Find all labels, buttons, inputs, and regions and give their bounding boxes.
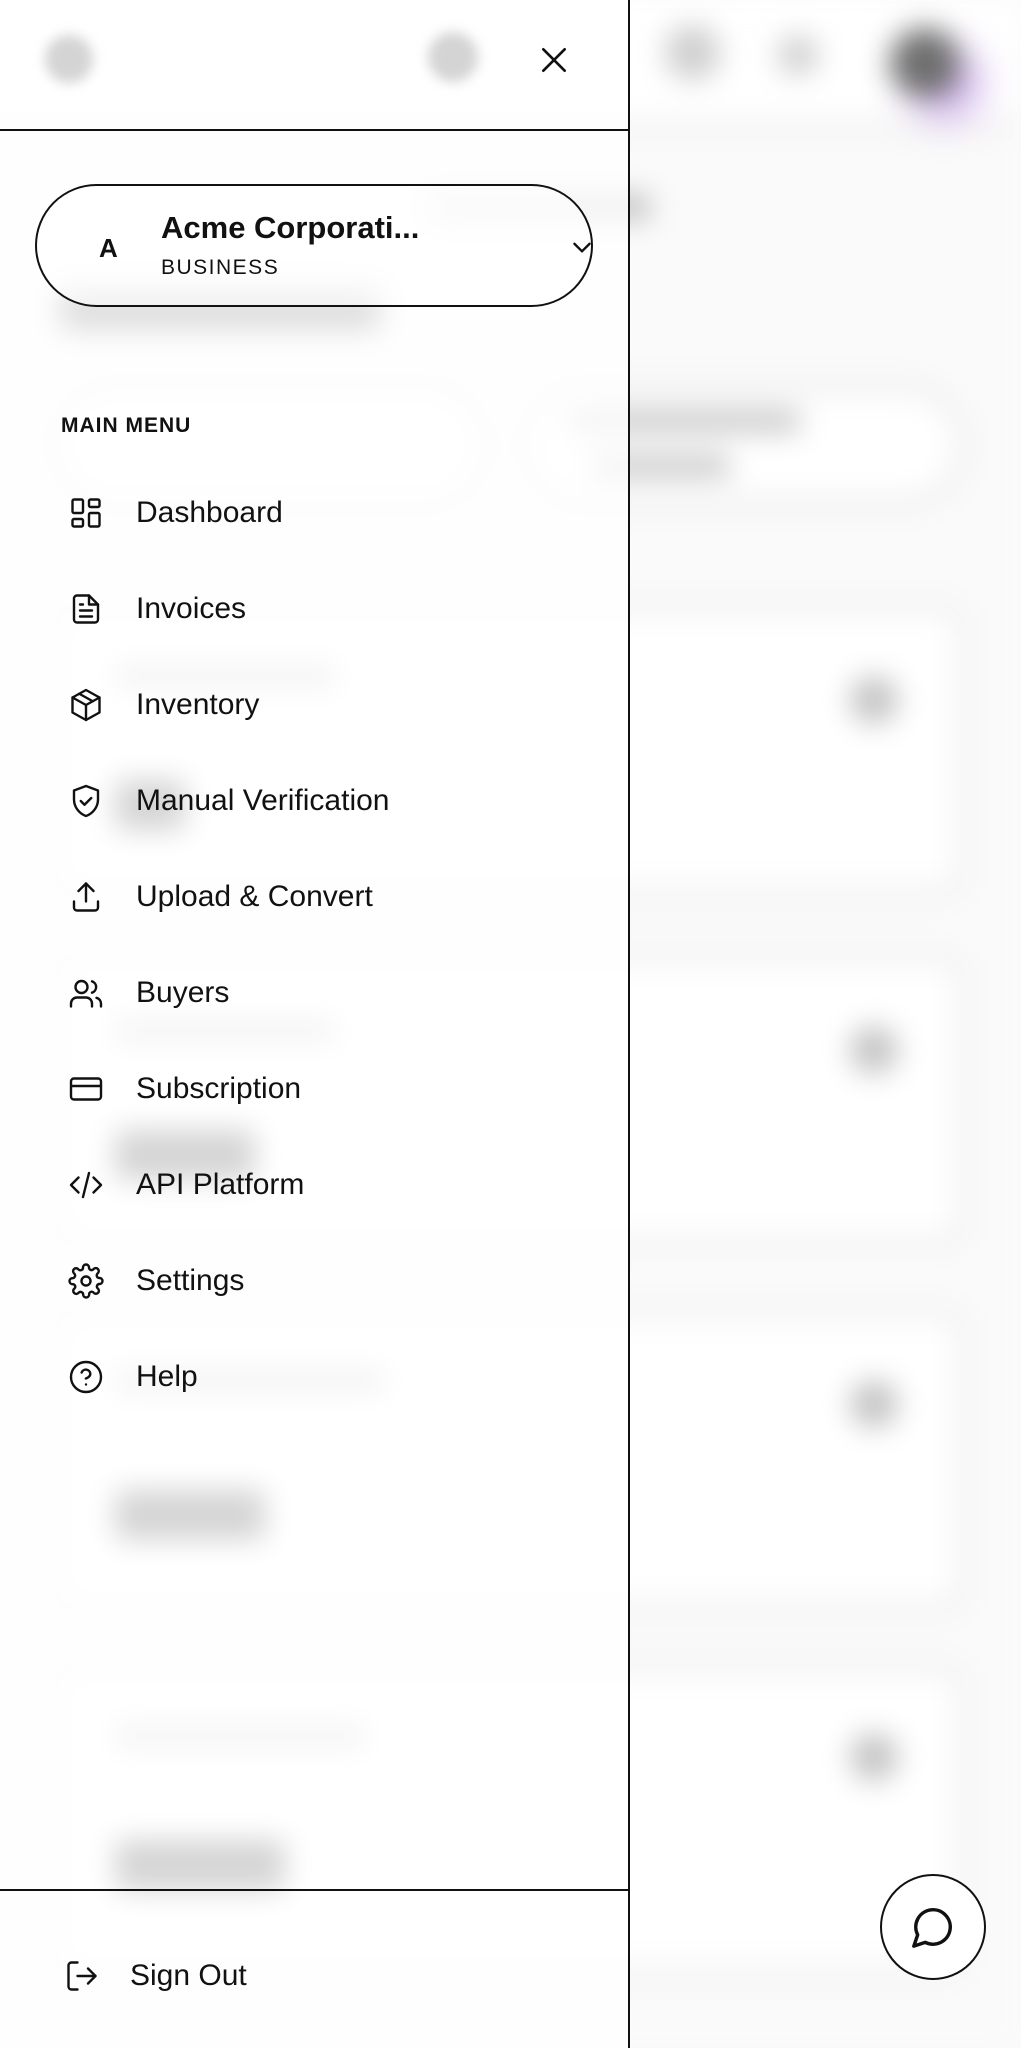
menu-item-label: Help <box>136 1360 198 1393</box>
sign-out-label: Sign Out <box>130 1959 247 1992</box>
background-icon <box>850 676 898 724</box>
menu-item-label: Subscription <box>136 1072 302 1105</box>
help-circle-icon <box>64 1355 108 1399</box>
background-icon <box>850 1733 898 1781</box>
users-icon <box>64 971 108 1015</box>
menu-item-label: API Platform <box>136 1168 305 1201</box>
chat-button[interactable] <box>880 1874 986 1980</box>
package-box-icon <box>64 683 108 727</box>
document-icon <box>64 587 108 631</box>
background-icon <box>850 1026 898 1074</box>
menu-item-label: Inventory <box>136 688 260 721</box>
background-icon <box>850 1380 898 1428</box>
close-button[interactable] <box>528 34 580 86</box>
menu-item-buyers[interactable]: Buyers <box>48 958 608 1028</box>
credit-card-icon <box>64 1067 108 1111</box>
menu-item-settings[interactable]: Settings <box>48 1246 608 1316</box>
menu-item-inventory[interactable]: Inventory <box>48 670 608 740</box>
drawer-footer: Sign Out <box>0 1889 628 2048</box>
background-menu-icon <box>45 35 93 83</box>
organization-switcher[interactable]: A Acme Corporati... BUSINESS <box>35 184 593 307</box>
menu-item-upload-convert[interactable]: Upload & Convert <box>48 862 608 932</box>
background-icon <box>665 25 720 80</box>
background-icon <box>428 32 478 82</box>
menu-item-invoices[interactable]: Invoices <box>48 574 608 644</box>
background-icon <box>778 35 818 75</box>
upload-icon <box>64 875 108 919</box>
close-icon <box>542 48 566 72</box>
menu-item-label: Buyers <box>136 976 230 1009</box>
drawer-header <box>0 0 628 131</box>
gear-icon <box>64 1259 108 1303</box>
organization-name: Acme Corporati... <box>161 210 420 245</box>
shield-check-icon <box>64 779 108 823</box>
sign-out-button[interactable]: Sign Out <box>48 1941 348 2011</box>
organization-type: BUSINESS <box>161 256 280 279</box>
menu-item-api-platform[interactable]: API Platform <box>48 1150 608 1220</box>
code-icon <box>64 1163 108 1207</box>
chevron-down-icon <box>567 232 597 262</box>
menu-item-label: Settings <box>136 1264 245 1297</box>
organization-avatar: A <box>99 233 118 263</box>
menu-item-label: Dashboard <box>136 496 283 529</box>
menu-item-label: Upload & Convert <box>136 880 373 913</box>
chat-bubble-icon <box>912 1908 952 1948</box>
menu-item-subscription[interactable]: Subscription <box>48 1054 608 1124</box>
navigation-drawer: A Acme Corporati... BUSINESS MAIN MENU D… <box>0 0 630 2048</box>
dashboard-grid-icon <box>64 491 108 535</box>
main-menu-heading: MAIN MENU <box>61 414 192 437</box>
menu-item-help[interactable]: Help <box>48 1342 608 1412</box>
menu-item-dashboard[interactable]: Dashboard <box>48 478 608 548</box>
sign-out-icon <box>60 1954 104 1998</box>
menu-item-label: Manual Verification <box>136 784 390 817</box>
menu-item-manual-verification[interactable]: Manual Verification <box>48 766 608 836</box>
menu-item-label: Invoices <box>136 592 247 625</box>
background-avatar <box>890 28 960 98</box>
